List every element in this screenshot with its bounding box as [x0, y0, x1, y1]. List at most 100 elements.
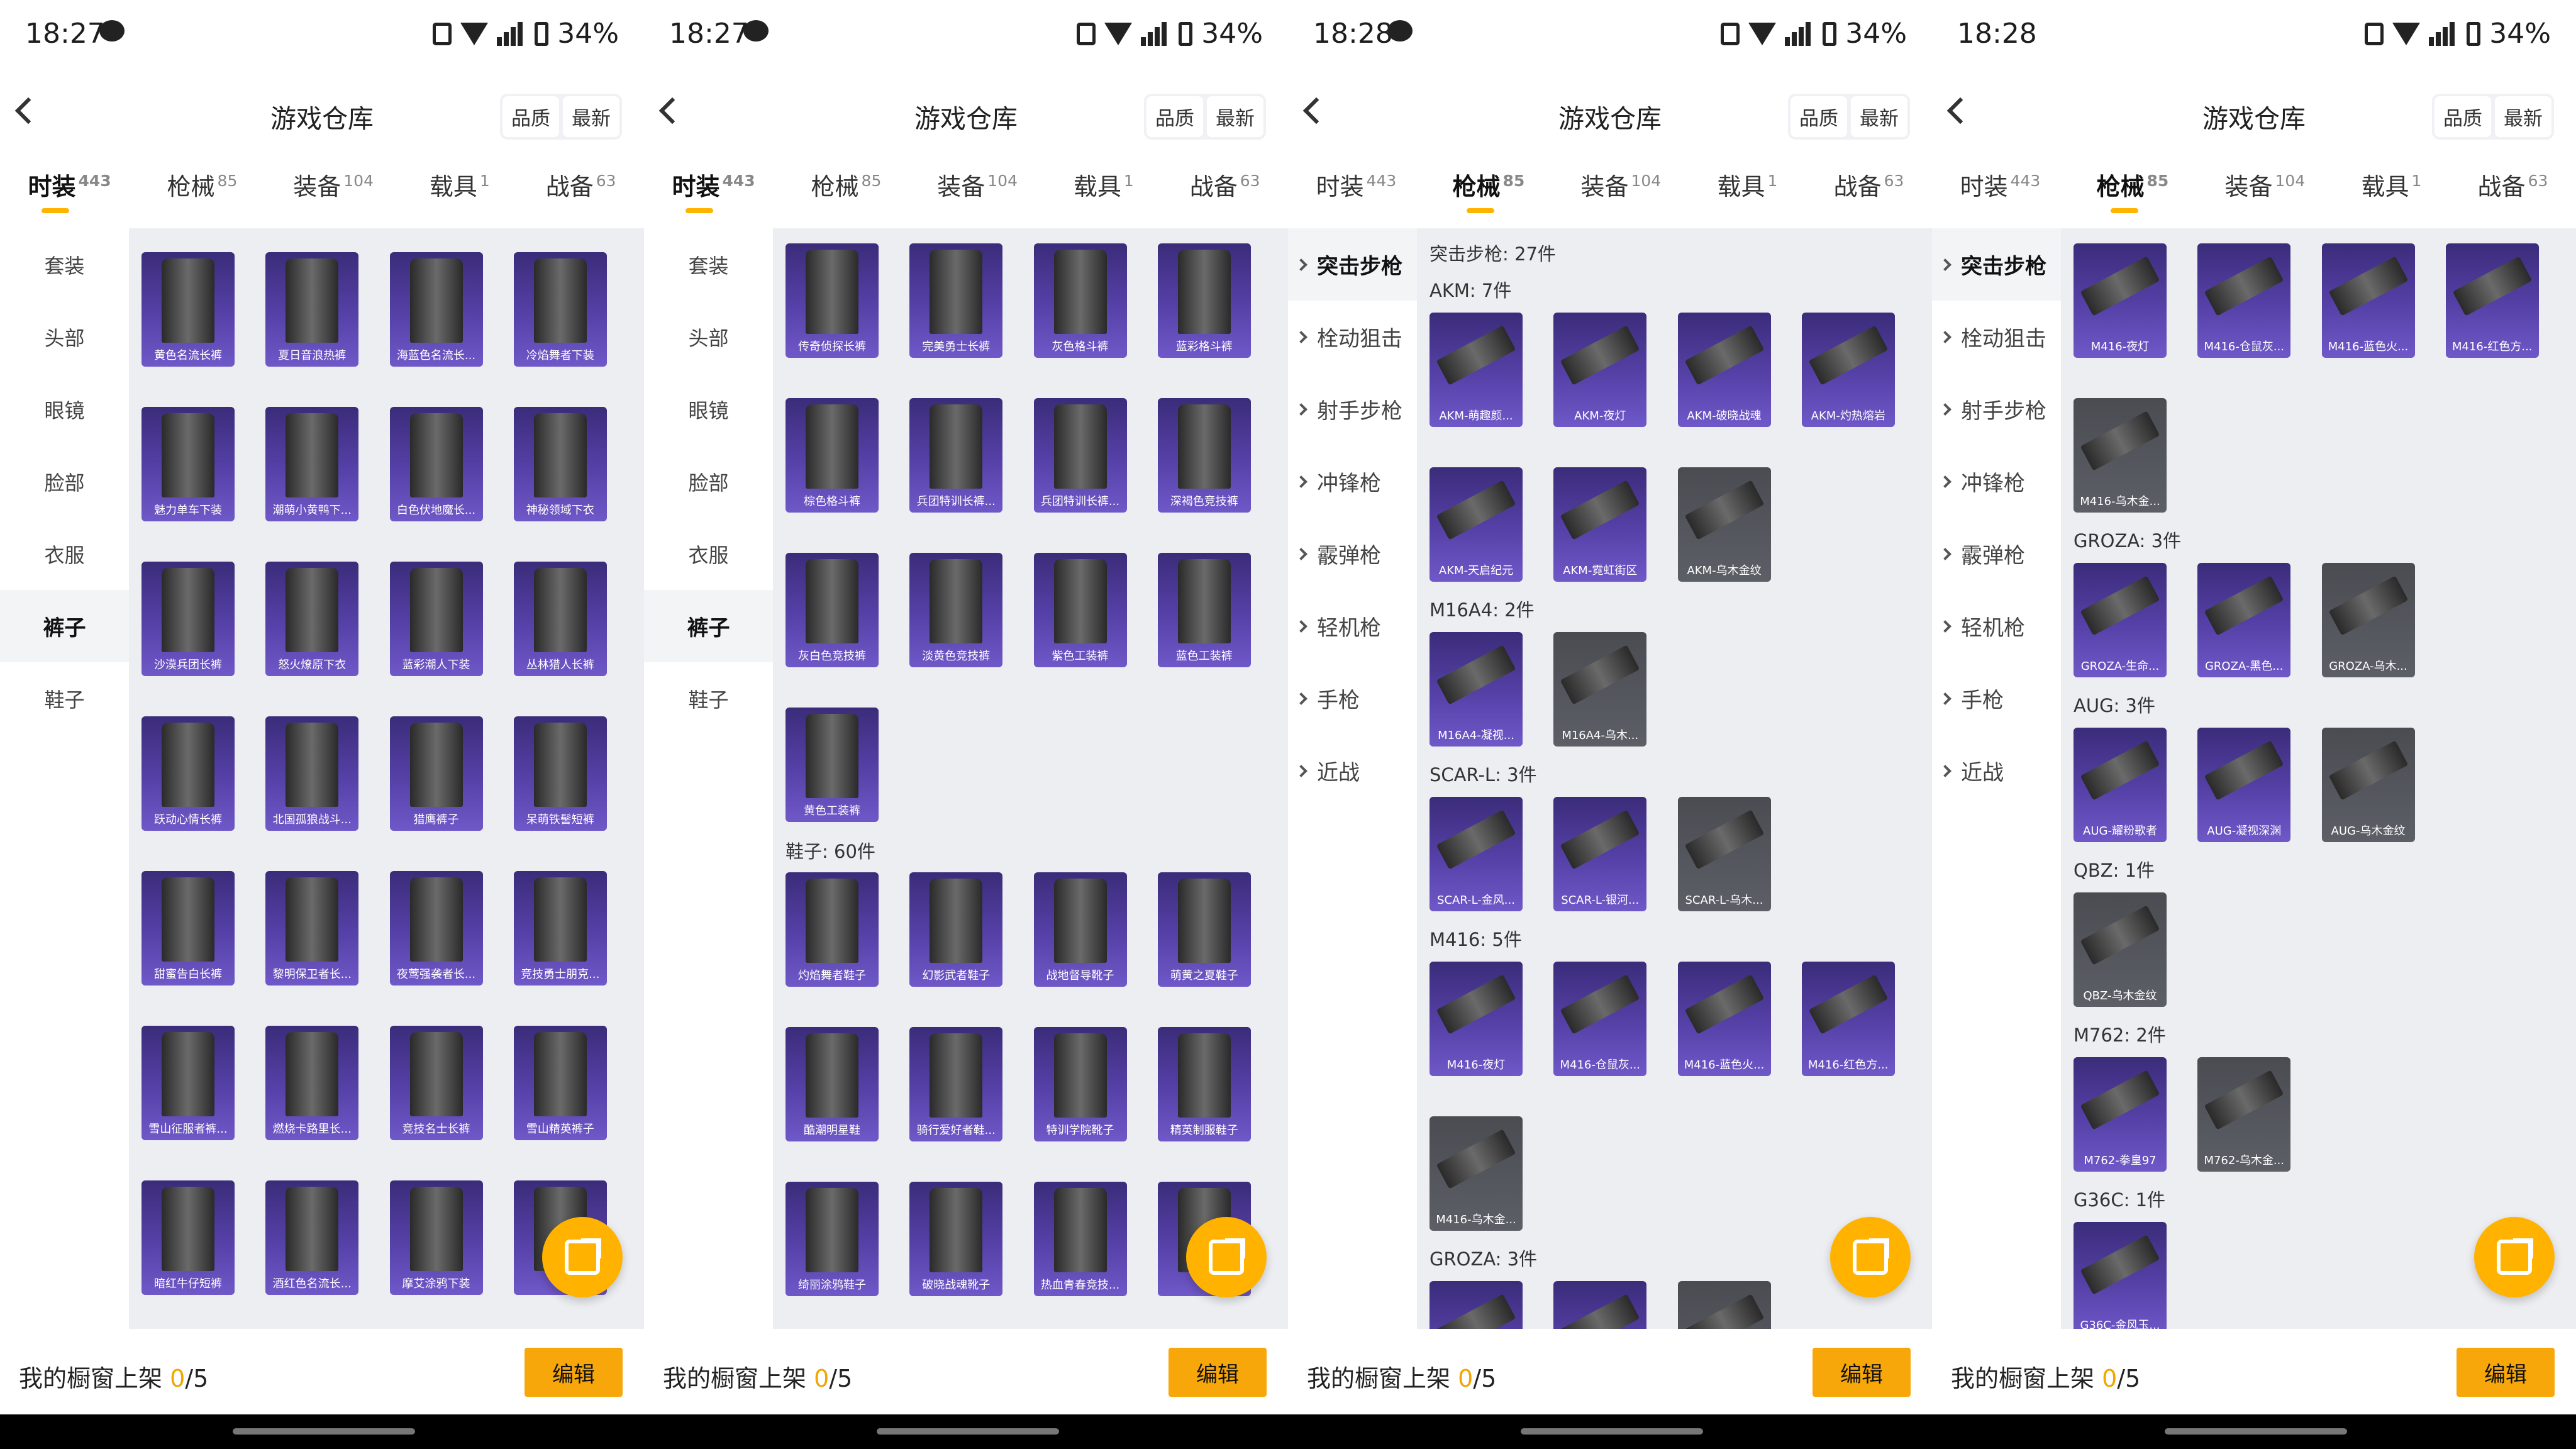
item-card[interactable]: 怒火燎原下衣: [265, 562, 359, 676]
share-button[interactable]: [1186, 1217, 1267, 1297]
item-card[interactable]: 蓝彩潮人下装: [389, 562, 483, 676]
item-card[interactable]: [1553, 1281, 1647, 1329]
item-card[interactable]: [1430, 1281, 1523, 1329]
item-card[interactable]: M416-夜灯: [1430, 962, 1523, 1076]
outfit-category-item[interactable]: 套装: [0, 228, 129, 301]
edit-button[interactable]: 编辑: [1813, 1348, 1911, 1397]
item-card[interactable]: 完美勇士长裤: [909, 243, 1003, 358]
sort-quality-button[interactable]: 品质: [1790, 96, 1847, 137]
item-card[interactable]: 神秘领域下衣: [513, 407, 607, 521]
item-card[interactable]: 棕色格斗裤: [786, 398, 879, 513]
sort-quality-button[interactable]: 品质: [1146, 96, 1203, 137]
tab-1[interactable]: 枪械 85: [1453, 167, 1524, 213]
item-card[interactable]: 摩艾涂鸦下装: [389, 1180, 483, 1295]
item-card[interactable]: 灰白色竞技裤: [786, 553, 879, 667]
item-card[interactable]: 竞技勇士朋克...: [513, 871, 607, 985]
item-card[interactable]: 紫色工装裤: [1033, 553, 1127, 667]
item-card[interactable]: 兵团特训长裤...: [909, 398, 1003, 513]
item-card[interactable]: 骑行爱好者鞋...: [909, 1027, 1003, 1141]
outfit-category-item[interactable]: 裤子: [0, 590, 129, 662]
tab-0[interactable]: 时装 443: [1316, 167, 1397, 202]
outfit-category-item[interactable]: 眼镜: [644, 373, 773, 445]
sort-latest-button[interactable]: 最新: [2495, 96, 2551, 137]
home-indicator[interactable]: [233, 1428, 415, 1435]
item-card[interactable]: 暗红牛仔短裤: [142, 1180, 235, 1295]
item-card[interactable]: 夜莺强袭者长...: [389, 871, 483, 985]
edit-button[interactable]: 编辑: [525, 1348, 623, 1397]
gun-category-item[interactable]: 手枪: [1932, 662, 2061, 735]
tab-1[interactable]: 枪械 85: [167, 167, 238, 202]
tab-4[interactable]: 战备 63: [1834, 167, 1904, 202]
tab-3[interactable]: 载具 1: [1717, 167, 1777, 202]
item-card[interactable]: 特训学院靴子: [1033, 1027, 1127, 1141]
gun-category-item[interactable]: 突击步枪: [1932, 228, 2061, 301]
item-card[interactable]: GROZA-生命...: [2074, 563, 2167, 677]
sort-quality-button[interactable]: 品质: [502, 96, 559, 137]
gun-category-item[interactable]: 近战: [1932, 735, 2061, 807]
item-card[interactable]: 灰色格斗裤: [1033, 243, 1127, 358]
item-card[interactable]: 甜蜜告白长裤: [142, 871, 235, 985]
item-card[interactable]: M16A4-凝视...: [1430, 632, 1523, 747]
gun-category-item[interactable]: 突击步枪: [1288, 228, 1417, 301]
tab-0[interactable]: 时装 443: [28, 167, 111, 213]
tab-2[interactable]: 装备 104: [293, 167, 374, 202]
item-card[interactable]: M416-乌木金...: [2074, 398, 2167, 513]
edit-button[interactable]: 编辑: [1169, 1348, 1267, 1397]
outfit-category-item[interactable]: 脸部: [0, 445, 129, 518]
item-card[interactable]: AKM-破晓战魂: [1677, 313, 1771, 427]
outfit-category-item[interactable]: 套装: [644, 228, 773, 301]
item-card[interactable]: SCAR-L-金风...: [1430, 797, 1523, 911]
item-card[interactable]: 呆萌铁髻短裤: [513, 716, 607, 831]
item-card[interactable]: 酒红色名流长...: [265, 1180, 359, 1295]
home-indicator[interactable]: [877, 1428, 1059, 1435]
item-card[interactable]: AKM-夜灯: [1553, 313, 1647, 427]
gun-category-item[interactable]: 轻机枪: [1932, 590, 2061, 662]
tab-2[interactable]: 装备 104: [1581, 167, 1662, 202]
item-card[interactable]: 破晓战魂靴子: [909, 1182, 1003, 1296]
item-card[interactable]: M416-蓝色火...: [2321, 243, 2415, 358]
item-card[interactable]: 精英制服鞋子: [1157, 1027, 1251, 1141]
outfit-category-item[interactable]: 脸部: [644, 445, 773, 518]
item-card[interactable]: M416-红色方...: [1801, 962, 1895, 1076]
item-card[interactable]: 灼焰舞者鞋子: [786, 872, 879, 987]
item-card[interactable]: M416-乌木金...: [1430, 1116, 1523, 1231]
item-card[interactable]: 深褐色竞技裤: [1157, 398, 1251, 513]
item-card[interactable]: 战地督导靴子: [1033, 872, 1127, 987]
tab-0[interactable]: 时装 443: [1960, 167, 2041, 202]
outfit-category-item[interactable]: 头部: [644, 301, 773, 373]
gun-category-item[interactable]: 霰弹枪: [1932, 518, 2061, 590]
item-card[interactable]: 夏日音浪热裤: [265, 252, 359, 367]
item-card[interactable]: SCAR-L-乌木...: [1677, 797, 1771, 911]
share-button[interactable]: [542, 1217, 623, 1297]
item-card[interactable]: AKM-霓虹街区: [1553, 467, 1647, 582]
item-card[interactable]: M416-红色方...: [2445, 243, 2539, 358]
gun-category-item[interactable]: 冲锋枪: [1932, 445, 2061, 518]
item-card[interactable]: 白色伏地魔长...: [389, 407, 483, 521]
gun-category-item[interactable]: 射手步枪: [1288, 373, 1417, 445]
home-indicator[interactable]: [1521, 1428, 1703, 1435]
item-card[interactable]: 蓝彩格斗裤: [1157, 243, 1251, 358]
outfit-category-item[interactable]: 鞋子: [0, 662, 129, 735]
item-card[interactable]: AKM-灼热熔岩: [1801, 313, 1895, 427]
item-card[interactable]: QBZ-乌木金纹: [2074, 892, 2167, 1007]
item-card[interactable]: 沙漠兵团长裤: [142, 562, 235, 676]
item-card[interactable]: AKM-乌木金纹: [1677, 467, 1771, 582]
tab-2[interactable]: 装备 104: [2225, 167, 2306, 202]
tab-0[interactable]: 时装 443: [672, 167, 755, 213]
tab-1[interactable]: 枪械 85: [2097, 167, 2168, 213]
tab-1[interactable]: 枪械 85: [811, 167, 882, 202]
item-card[interactable]: SCAR-L-银河...: [1553, 797, 1647, 911]
gun-category-item[interactable]: 栓动狙击: [1288, 301, 1417, 373]
item-card[interactable]: 黎明保卫者长...: [265, 871, 359, 985]
item-card[interactable]: 海蓝色名流长...: [389, 252, 483, 367]
tab-3[interactable]: 载具 1: [430, 167, 490, 202]
tab-2[interactable]: 装备 104: [937, 167, 1018, 202]
item-card[interactable]: 丛林猎人长裤: [513, 562, 607, 676]
item-card[interactable]: M416-蓝色火...: [1677, 962, 1771, 1076]
tab-3[interactable]: 载具 1: [1074, 167, 1134, 202]
item-card[interactable]: 萌黄之夏鞋子: [1157, 872, 1251, 987]
item-card[interactable]: 兵团特训长裤...: [1033, 398, 1127, 513]
item-card[interactable]: 北国孤狼战斗...: [265, 716, 359, 831]
item-card[interactable]: 雪山精英裤子: [513, 1026, 607, 1140]
edit-button[interactable]: 编辑: [2457, 1348, 2555, 1397]
